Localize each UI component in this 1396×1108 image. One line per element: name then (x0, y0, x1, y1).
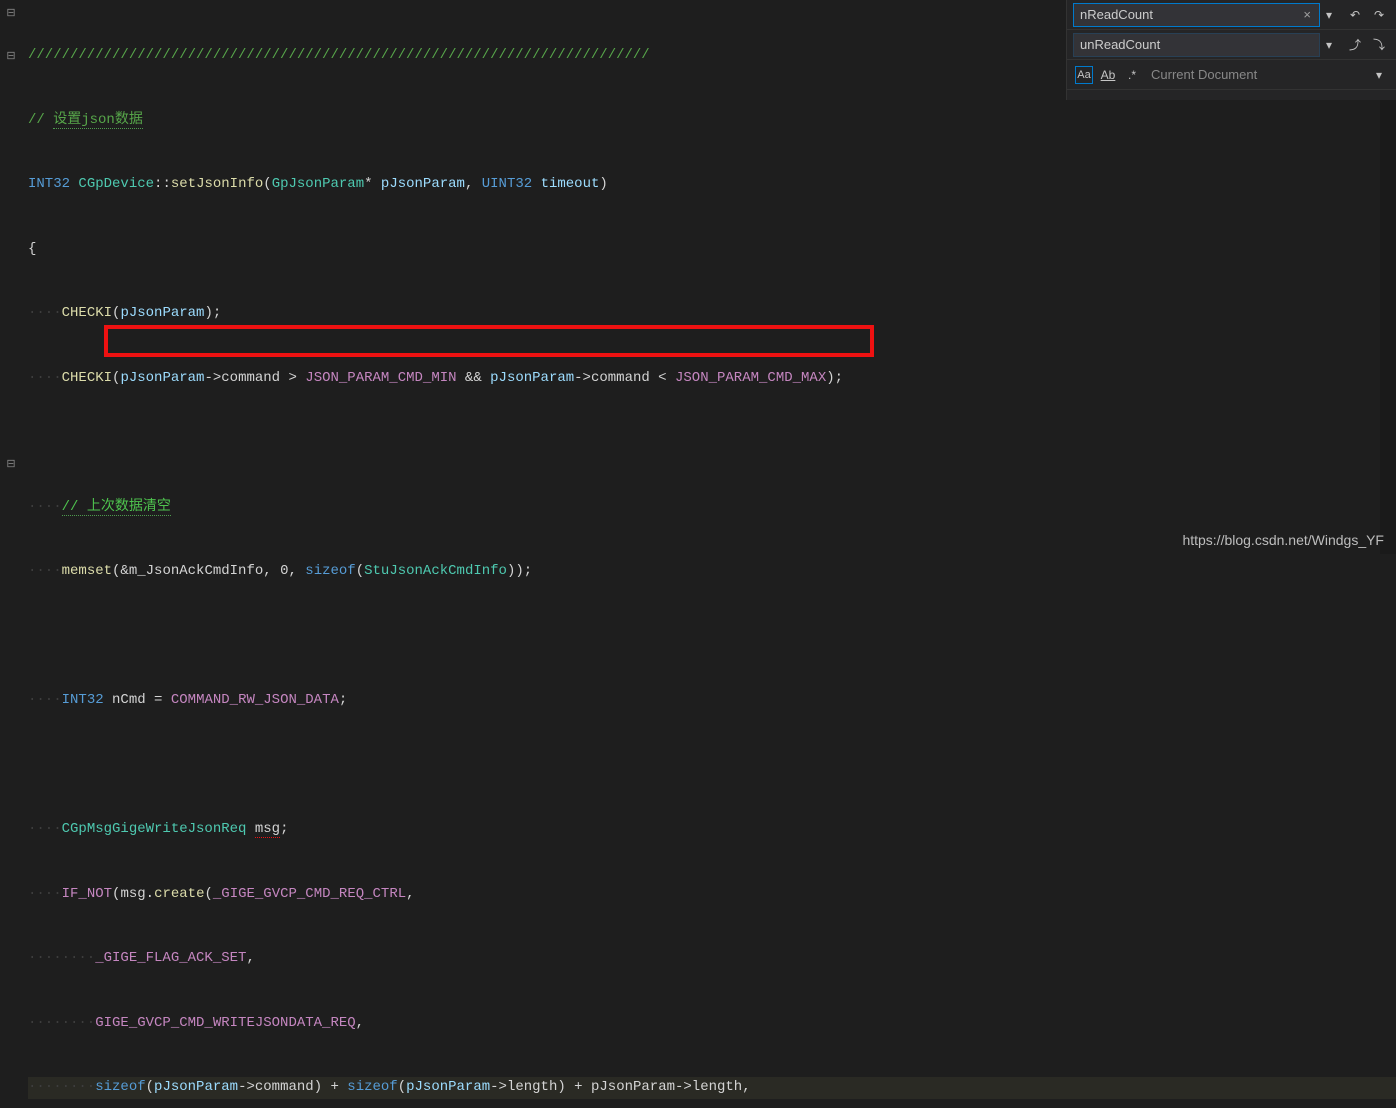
code-line: ····INT32 nCmd = COMMAND_RW_JSON_DATA; (28, 690, 1396, 712)
code-line: ········_GIGE_FLAG_ACK_SET, (28, 948, 1396, 970)
find-prev-icon[interactable]: ↶ (1346, 6, 1364, 24)
find-input[interactable]: nReadCount × (1073, 3, 1320, 27)
comment: ····// 上次数据清空 (28, 497, 1396, 519)
annotation-box (104, 325, 874, 357)
function-signature: INT32 CGpDevice::setJsonInfo(GpJsonParam… (28, 174, 1396, 196)
scope-label: Current Document (1141, 67, 1257, 82)
code-line: ····CHECKI(pJsonParam->command > JSON_PA… (28, 368, 1396, 390)
watermark: https://blog.csdn.net/Windgs_YF (1182, 532, 1384, 548)
code-line: ····CGpMsgGigeWriteJsonReq msg; (28, 819, 1396, 841)
replace-value: unReadCount (1080, 37, 1160, 52)
fold-marker[interactable]: ⊟ (0, 2, 22, 24)
code-line: ········GIGE_GVCP_CMD_WRITEJSONDATA_REQ, (28, 1013, 1396, 1035)
replace-one-icon[interactable]: ⤴ (1346, 36, 1364, 54)
comment: // 设置json数据 (28, 112, 143, 129)
find-value: nReadCount (1080, 7, 1153, 22)
code-line: ····CHECKI(pJsonParam); (28, 303, 1396, 325)
regex-button[interactable]: .* (1123, 66, 1141, 84)
replace-input[interactable]: unReadCount (1073, 33, 1320, 57)
find-next-icon[interactable]: ↷ (1370, 6, 1388, 24)
highlighted-line: ········sizeof(pJsonParam->command) + si… (28, 1077, 1396, 1099)
fold-gutter[interactable]: ⊟ ⊟ ⊟ (0, 0, 22, 554)
fold-marker[interactable]: ⊟ (0, 45, 22, 67)
comment: ////////////////////////////////////////… (28, 47, 650, 63)
match-case-button[interactable]: Aa (1075, 66, 1093, 84)
replace-all-icon[interactable]: ⤵ (1370, 36, 1388, 54)
brace: { (28, 239, 1396, 261)
scope-dropdown-icon[interactable]: ▾ (1370, 66, 1388, 84)
scrollbar[interactable] (1380, 100, 1396, 554)
code-line: ····memset(&m_JsonAckCmdInfo, 0, sizeof(… (28, 561, 1396, 583)
dropdown-icon[interactable]: ▾ (1320, 6, 1338, 24)
find-replace-panel: nReadCount × ▾ ↶ ↷ unReadCount ▾ ⤴ ⤵ Aa … (1066, 0, 1396, 100)
clear-find-icon[interactable]: × (1301, 7, 1313, 22)
code-line: ····IF_NOT(msg.create(_GIGE_GVCP_CMD_REQ… (28, 884, 1396, 906)
dropdown-icon[interactable]: ▾ (1320, 36, 1338, 54)
fold-marker[interactable]: ⊟ (0, 454, 22, 476)
whole-word-button[interactable]: Ab (1099, 66, 1117, 84)
